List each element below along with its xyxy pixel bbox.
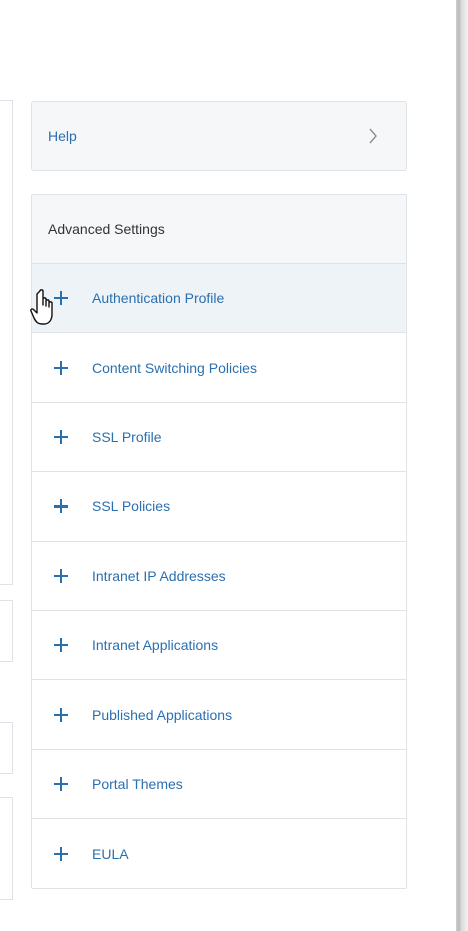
plus-icon <box>54 707 68 722</box>
plus-icon <box>54 429 68 444</box>
plus-icon <box>54 846 68 861</box>
main-panel-edge <box>0 100 13 585</box>
add-intranet-applications[interactable]: Intranet Applications <box>32 611 406 681</box>
advanced-settings-header: Advanced Settings <box>32 195 406 264</box>
add-ssl-profile[interactable]: SSL Profile <box>32 403 406 473</box>
scrollbar[interactable] <box>456 0 468 931</box>
item-label: Content Switching Policies <box>92 359 257 376</box>
item-label: SSL Policies <box>92 498 171 515</box>
main-panel-edge <box>0 600 13 662</box>
add-published-applications[interactable]: Published Applications <box>32 680 406 750</box>
add-content-switching-policies[interactable]: Content Switching Policies <box>32 333 406 403</box>
add-ssl-policies[interactable]: SSL Policies <box>32 472 406 542</box>
item-label: Published Applications <box>92 706 233 723</box>
add-eula[interactable]: EULA <box>32 819 406 888</box>
main-panel-edge <box>0 722 13 774</box>
plus-icon <box>54 291 68 306</box>
help-card[interactable]: Help <box>31 101 407 171</box>
plus-icon <box>54 638 68 653</box>
item-label: Intranet Applications <box>92 637 219 654</box>
add-authentication-profile[interactable]: Authentication Profile <box>32 264 406 334</box>
plus-icon <box>54 499 68 514</box>
plus-icon <box>54 568 68 583</box>
item-label: EULA <box>92 845 129 862</box>
help-label: Help <box>48 128 77 144</box>
add-portal-themes[interactable]: Portal Themes <box>32 750 406 820</box>
add-intranet-ip-addresses[interactable]: Intranet IP Addresses <box>32 542 406 611</box>
plus-icon <box>54 776 68 791</box>
chevron-right-icon <box>366 126 380 146</box>
item-label: SSL Profile <box>92 428 162 445</box>
item-label: Authentication Profile <box>92 290 225 307</box>
advanced-settings-title: Advanced Settings <box>48 221 165 237</box>
advanced-settings-panel: Advanced Settings Authentication Profile… <box>31 194 407 889</box>
main-panel-edge <box>0 797 13 900</box>
item-label: Portal Themes <box>92 775 183 792</box>
plus-icon <box>54 360 68 375</box>
item-label: Intranet IP Addresses <box>92 567 226 584</box>
